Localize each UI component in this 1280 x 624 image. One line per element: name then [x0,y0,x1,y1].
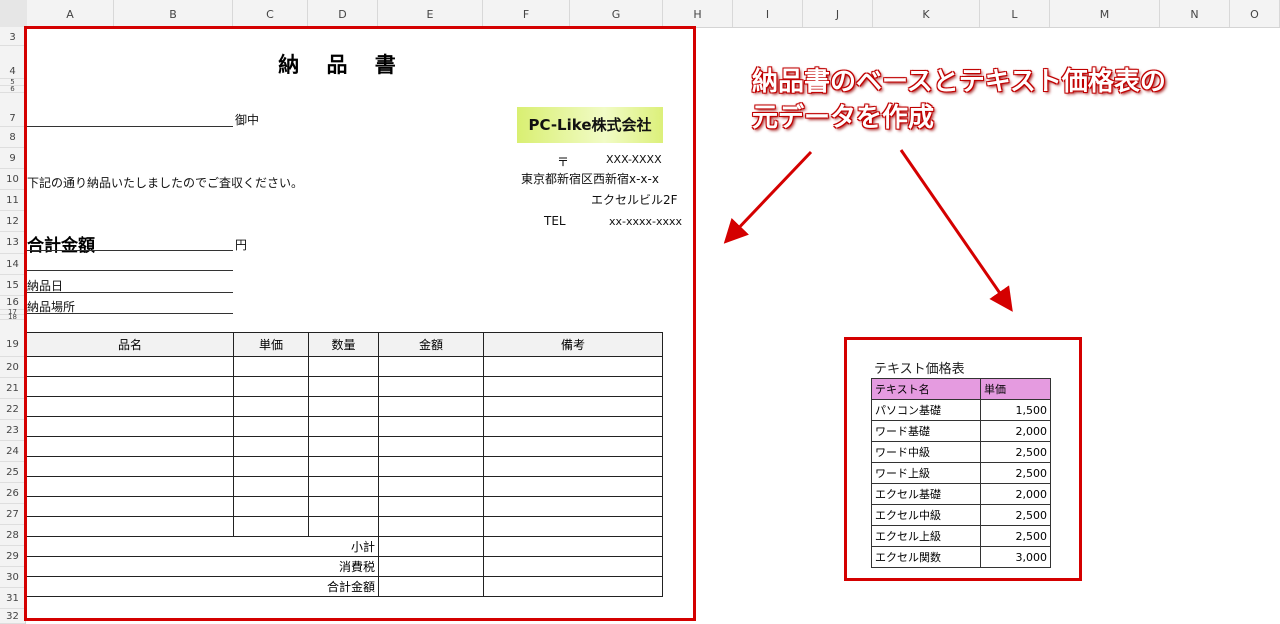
header-price[interactable]: 単価 [980,378,1051,400]
arrow-to-price-table [899,149,1013,312]
price-cell[interactable]: 2,500 [980,462,1051,484]
table-row: ワード基礎 2,000 [871,420,1051,442]
text-name-cell[interactable]: エクセル関数 [871,546,981,568]
text-name-cell[interactable]: ワード上級 [871,462,981,484]
annotation-arrows [723,149,1013,312]
price-table: テキスト名 単価 パソコン基礎 1,500 ワード基礎 2,000 ワード中級 2,5… [871,378,1051,568]
table-row: エクセル上級 2,500 [871,525,1051,547]
table-row: エクセル中級 2,500 [871,504,1051,526]
header-text-name[interactable]: テキスト名 [871,378,981,400]
price-cell[interactable]: 2,500 [980,525,1051,547]
price-cell[interactable]: 2,000 [980,483,1051,505]
table-row: ワード上級 2,500 [871,462,1051,484]
text-name-cell[interactable]: ワード中級 [871,441,981,463]
text-name-cell[interactable]: エクセル基礎 [871,483,981,505]
table-row: エクセル関数 3,000 [871,546,1051,568]
price-table-title: テキスト価格表 [874,362,965,377]
text-name-cell[interactable]: ワード基礎 [871,420,981,442]
price-cell[interactable]: 3,000 [980,546,1051,568]
price-cell[interactable]: 2,000 [980,420,1051,442]
table-row: ワード中級 2,500 [871,441,1051,463]
text-name-cell[interactable]: パソコン基礎 [871,399,981,421]
price-cell[interactable]: 1,500 [980,399,1051,421]
price-cell[interactable]: 2,500 [980,441,1051,463]
price-cell[interactable]: 2,500 [980,504,1051,526]
price-table-header-row: テキスト名 単価 [871,378,1051,400]
table-row: パソコン基礎 1,500 [871,399,1051,421]
arrow-to-invoice [723,150,813,244]
text-name-cell[interactable]: エクセル中級 [871,504,981,526]
table-row: エクセル基礎 2,000 [871,483,1051,505]
text-name-cell[interactable]: エクセル上級 [871,525,981,547]
